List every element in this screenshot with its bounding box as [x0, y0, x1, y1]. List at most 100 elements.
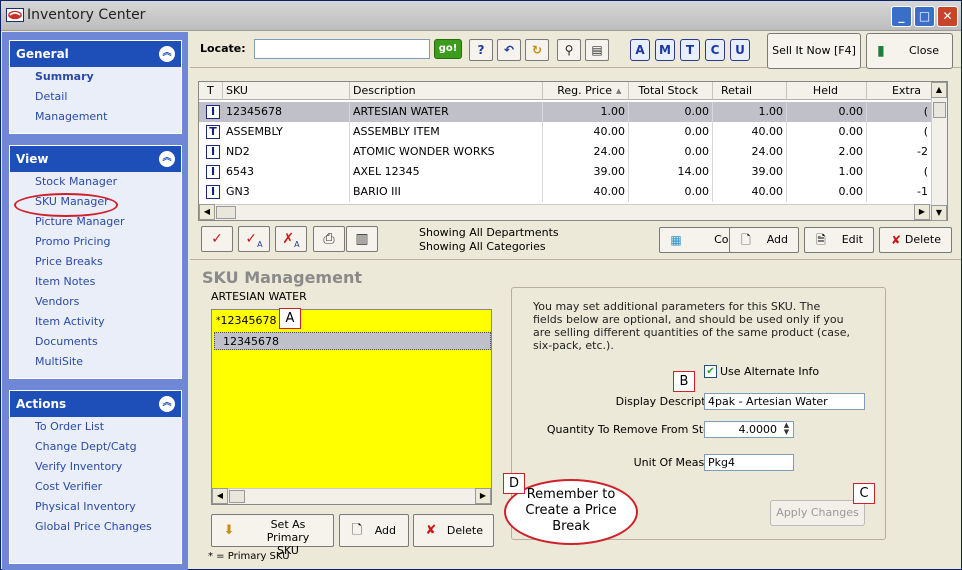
nav-multisite[interactable]: MultiSite [10, 352, 181, 372]
scroll-left-icon[interactable]: ◀ [199, 204, 215, 220]
col-total-stock[interactable]: Total Stock [629, 82, 713, 100]
check-all-icon[interactable]: ✓A [238, 226, 270, 252]
nav-to-order-list[interactable]: To Order List [10, 417, 181, 437]
add-sku-label: Add [374, 524, 396, 537]
nav-detail[interactable]: Detail [10, 87, 181, 107]
scroll-down-icon[interactable]: ▼ [931, 205, 947, 221]
general-header[interactable]: General ︽ [10, 41, 181, 67]
new-document-icon: 🗋 [741, 233, 751, 247]
collapse-chevron-icon[interactable]: ︽ [159, 396, 175, 412]
sku-list[interactable]: *12345678 12345678 ◀ ▶ [211, 309, 492, 505]
scroll-thumb[interactable] [216, 206, 236, 219]
filter-u-button[interactable]: U [730, 39, 750, 61]
use-alternate-checkbox[interactable]: ✔ [704, 365, 717, 378]
unit-of-measure-field[interactable]: Pkg4 [704, 454, 794, 471]
add-sku-button[interactable]: 🗋 Add [339, 514, 409, 547]
undo-icon[interactable]: ↶ [497, 39, 521, 61]
locate-input[interactable] [254, 39, 430, 59]
inventory-center-window: Inventory Center _ □ ✕ General ︽ Summary … [0, 0, 962, 570]
scroll-thumb[interactable] [933, 102, 946, 118]
list-item[interactable]: *12345678 [214, 312, 489, 330]
scroll-right-icon[interactable]: ▶ [475, 488, 491, 504]
filter-c-button[interactable]: C [705, 39, 725, 61]
nav-physical-inventory[interactable]: Physical Inventory [10, 497, 181, 517]
cell-held: 0.00 [787, 122, 867, 142]
nav-change-dept[interactable]: Change Dept/Catg [10, 437, 181, 457]
cell-stock: 0.00 [629, 122, 713, 142]
cell-sku: ND2 [223, 142, 350, 162]
nav-picture-manager[interactable]: Picture Manager [10, 212, 181, 232]
scroll-left-icon[interactable]: ◀ [212, 488, 228, 504]
filter-a-button[interactable]: A [630, 39, 650, 61]
col-held[interactable]: Held [787, 82, 867, 100]
cell-held: 0.00 [787, 102, 867, 122]
col-t[interactable]: T [199, 82, 223, 100]
list-item[interactable]: 12345678 [214, 332, 491, 350]
filter-t-button[interactable]: T [680, 39, 700, 61]
binoculars-icon[interactable]: ⚲ [557, 39, 581, 61]
help-icon[interactable]: ? [469, 39, 493, 61]
spinner-arrows-icon[interactable]: ▲ ▼ [780, 422, 793, 437]
apply-changes-button[interactable]: Apply Changes [770, 500, 865, 526]
table-row[interactable]: I 6543 AXEL 12345 39.00 14.00 39.00 1.00… [199, 162, 931, 182]
nav-documents[interactable]: Documents [10, 332, 181, 352]
grid-vertical-scrollbar[interactable]: ▲ [931, 82, 947, 206]
filter-m-button[interactable]: M [655, 39, 675, 61]
scroll-up-icon[interactable]: ▲ [931, 82, 947, 98]
nav-cost-verifier[interactable]: Cost Verifier [10, 477, 181, 497]
go-button[interactable]: go! [434, 39, 462, 59]
add-button[interactable]: 🗋 Add [729, 227, 799, 253]
table-row[interactable]: I 12345678 ARTESIAN WATER 1.00 0.00 1.00… [199, 102, 931, 122]
nav-stock-manager[interactable]: Stock Manager [10, 172, 181, 192]
filter-categories: Showing All Categories [419, 240, 546, 253]
uncheck-all-icon[interactable]: ✗A [275, 226, 307, 252]
general-title: General [16, 47, 69, 61]
table-row[interactable]: I GN3 BARIO III 40.00 0.00 40.00 0.00 -1 [199, 182, 931, 202]
actions-header[interactable]: Actions ︽ [10, 391, 181, 417]
table-row[interactable]: T ASSEMBLY ASSEMBLY ITEM 40.00 0.00 40.0… [199, 122, 931, 142]
nav-price-breaks[interactable]: Price Breaks [10, 252, 181, 272]
nav-global-price-changes[interactable]: Global Price Changes [10, 517, 181, 537]
nav-management[interactable]: Management [10, 107, 181, 127]
minimize-button[interactable]: _ [891, 6, 912, 27]
cell-extra: -2 [917, 145, 928, 158]
col-description[interactable]: Description [350, 82, 543, 100]
nav-item-notes[interactable]: Item Notes [10, 272, 181, 292]
nav-item-activity[interactable]: Item Activity [10, 312, 181, 332]
delete-button[interactable]: ✘ Delete [879, 227, 952, 253]
delete-sku-button[interactable]: ✘ Delete [413, 514, 494, 547]
app-icon [6, 8, 24, 22]
nav-vendors[interactable]: Vendors [10, 292, 181, 312]
scroll-thumb[interactable] [229, 490, 245, 503]
close-label: Close [909, 44, 939, 57]
refresh-icon[interactable]: ↻ [525, 39, 549, 61]
col-retail[interactable]: Retail [713, 82, 787, 100]
maximize-button[interactable]: □ [914, 6, 935, 27]
set-as-primary-button[interactable]: ⬇ Set As Primary SKU [211, 514, 334, 557]
nav-promo-pricing[interactable]: Promo Pricing [10, 232, 181, 252]
edit-button[interactable]: 🗎 Edit [804, 227, 874, 253]
grid-action-row: ✓ ✓A ✗A ⎙ ▥ Showing All Departments Show… [190, 223, 961, 257]
col-sku[interactable]: SKU [223, 82, 350, 100]
collapse-chevron-icon[interactable]: ︽ [159, 151, 175, 167]
sell-it-now-button[interactable]: Sell It Now [F4] [767, 33, 861, 69]
collapse-chevron-icon[interactable]: ︽ [159, 46, 175, 62]
close-window-button[interactable]: ✕ [937, 6, 958, 27]
nav-verify-inventory[interactable]: Verify Inventory [10, 457, 181, 477]
document-search-icon[interactable]: ▤ [585, 39, 609, 61]
display-description-field[interactable]: 4pak - Artesian Water [704, 393, 865, 410]
view-header[interactable]: View ︽ [10, 146, 181, 172]
grid-horizontal-scrollbar[interactable]: ◀ ▶ [199, 204, 931, 220]
cell-description: ARTESIAN WATER [350, 102, 543, 122]
cell-description: AXEL 12345 [350, 162, 543, 182]
scroll-right-icon[interactable]: ▶ [914, 204, 930, 220]
nav-summary[interactable]: Summary [10, 67, 181, 87]
print-icon[interactable]: ⎙ [313, 226, 345, 252]
cell-retail: 24.00 [713, 142, 787, 162]
col-extra[interactable]: Extra [867, 82, 931, 100]
checkmark-icon[interactable]: ✓ [201, 226, 233, 252]
table-row[interactable]: I ND2 ATOMIC WONDER WORKS 24.00 0.00 24.… [199, 142, 931, 162]
close-button[interactable]: ▮ Close [866, 33, 953, 69]
sku-list-scrollbar[interactable]: ◀ ▶ [212, 488, 491, 504]
columns-icon[interactable]: ▥ [346, 226, 378, 252]
